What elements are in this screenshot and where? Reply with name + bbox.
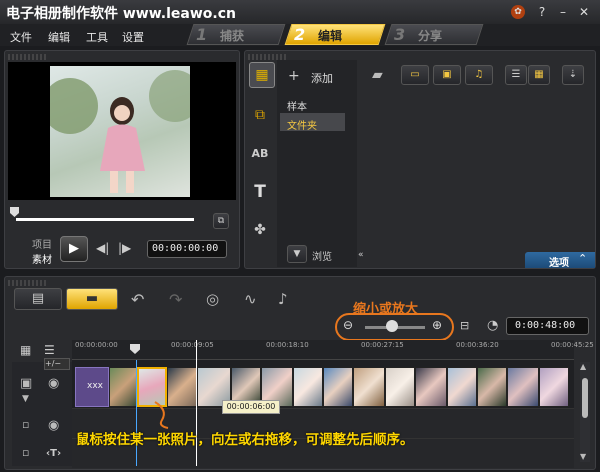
text-icon[interactable]: T	[249, 181, 271, 203]
storyboard-view-button[interactable]: ▤	[14, 288, 62, 310]
track-expand-icon[interactable]: ▼	[22, 394, 29, 404]
mode-clip[interactable]: 素材	[32, 251, 52, 266]
tab-edit-label: 编辑	[318, 29, 343, 43]
auto-music-icon[interactable]: ♪	[278, 290, 288, 308]
menu-settings[interactable]: 设置	[122, 29, 144, 45]
browse-button[interactable]: 浏览	[312, 248, 332, 263]
timeline-clip[interactable]	[293, 367, 323, 407]
drag-time-tooltip: 00:00:06:00	[222, 400, 280, 414]
tab-capture-number: 1	[196, 25, 208, 44]
folder-item-folder[interactable]: 文件夹	[287, 117, 317, 132]
menu-file[interactable]: 文件	[10, 29, 32, 45]
folder-list	[277, 60, 357, 267]
scroll-up-icon[interactable]: ▲	[580, 362, 586, 371]
zoom-out-icon[interactable]: ⊖	[343, 318, 353, 332]
timeline-clip[interactable]	[415, 367, 447, 407]
minimize-icon[interactable]: –	[555, 4, 571, 20]
resize-preview-icon[interactable]: ⧉	[213, 213, 229, 229]
panel-grip	[8, 54, 48, 60]
tab-share-number: 3	[394, 25, 406, 44]
ruler-tick-label: 00:00:27:15	[361, 341, 404, 349]
app-title: 电子相册制作软件 www.leawo.cn	[6, 6, 236, 22]
timeline-scrollbar-thumb[interactable]	[582, 378, 588, 418]
timeline-clip[interactable]	[477, 367, 507, 407]
title-track-icon: ▫	[22, 446, 30, 459]
filter-photo-button[interactable]: ▣	[433, 65, 461, 85]
media-library-icon[interactable]: ▦	[249, 62, 275, 88]
sort-icon[interactable]: ⇣	[562, 65, 584, 85]
tab-capture-label: 捕获	[220, 29, 245, 43]
undo-icon[interactable]: ↶	[131, 290, 144, 309]
open-folder-icon[interactable]: ▰	[372, 67, 383, 83]
logo-icon[interactable]: ✿	[511, 5, 525, 19]
redo-icon[interactable]: ↷	[169, 290, 182, 309]
zoom-in-icon[interactable]: ⊕	[432, 318, 442, 332]
browse-icon[interactable]: ▼	[287, 245, 307, 263]
overlay-track-icon: ▫	[22, 418, 30, 431]
timecode-display[interactable]: 00:00:00:00	[147, 240, 227, 258]
sound-mixer-icon[interactable]: ∿	[244, 290, 257, 308]
close-icon[interactable]: ✕	[576, 4, 592, 20]
next-frame-icon[interactable]: |▶	[118, 241, 131, 255]
ruler-tick-label: 00:00:36:20	[456, 341, 499, 349]
track-options-button[interactable]: +/−	[44, 358, 70, 370]
menu-tools[interactable]: 工具	[86, 29, 108, 45]
timeline-clip[interactable]	[507, 367, 539, 407]
play-button[interactable]: ▶	[60, 236, 88, 262]
record-capture-icon[interactable]: ◎	[206, 290, 219, 308]
add-folder-button[interactable]: 添加	[311, 70, 333, 86]
scroll-down-icon[interactable]: ▼	[580, 452, 586, 461]
overlay-track-toggle-icon[interactable]: ◉	[48, 418, 59, 433]
ruler-tick-label: 00:00:45:25	[551, 341, 594, 349]
mode-project[interactable]: 项目	[32, 236, 52, 251]
tab-edit-number: 2	[294, 25, 306, 44]
ruler-tick-label: 00:00:00:00	[75, 341, 118, 349]
timeline-view-button[interactable]: ▬	[66, 288, 118, 310]
expand-icon[interactable]: ⌃	[578, 252, 587, 265]
prev-frame-icon[interactable]: ◀|	[96, 241, 109, 255]
folder-item-sample[interactable]: 样本	[287, 98, 307, 113]
add-icon[interactable]: +	[288, 68, 300, 84]
options-label: 选项	[549, 258, 569, 269]
effects-icon[interactable]: ✤	[249, 219, 271, 241]
video-track-icon: ▣	[20, 376, 33, 391]
preview-photo-image	[42, 70, 201, 193]
tab-share-label: 分享	[418, 29, 443, 43]
filter-video-button[interactable]: ▭	[401, 65, 429, 85]
timeline-clip[interactable]	[385, 367, 415, 407]
title-track-toggle-icon[interactable]: ‹T›	[46, 448, 61, 459]
chapter-icon[interactable]: ☰	[44, 343, 55, 357]
fit-project-icon[interactable]: ⊟	[460, 319, 469, 332]
collapse-icon[interactable]: «	[358, 250, 364, 260]
drag-hint-annotation: 鼠标按住某一张照片，向左或右拖移，可调整先后顺序。	[76, 432, 414, 448]
ruler-tick-label: 00:00:09:05	[171, 341, 214, 349]
video-track-toggle-icon[interactable]: ◉	[48, 376, 59, 391]
zoom-slider-handle[interactable]	[386, 320, 398, 332]
menu-edit[interactable]: 编辑	[48, 29, 70, 45]
timeline-clip[interactable]	[323, 367, 353, 407]
timeline-clip[interactable]	[539, 367, 569, 407]
scrubber-track[interactable]	[16, 218, 194, 221]
title-icon[interactable]: AB	[249, 143, 271, 165]
timeline-clip[interactable]	[447, 367, 477, 407]
help-icon[interactable]: ?	[534, 4, 550, 20]
filter-audio-button[interactable]: ♫	[465, 65, 493, 85]
ruler-tick-label: 00:00:18:10	[266, 341, 309, 349]
timeline-clip[interactable]	[353, 367, 385, 407]
drag-arrow	[154, 401, 169, 429]
list-view-icon[interactable]: ☰	[505, 65, 527, 85]
grid-view-icon[interactable]: ▦	[528, 65, 550, 85]
preview-photo	[42, 66, 201, 197]
project-duration: 0:00:48:00	[506, 317, 589, 335]
duration-icon: ◔	[487, 318, 499, 333]
drag-position-line	[136, 360, 137, 466]
track-manager-icon[interactable]: ▦	[20, 343, 31, 357]
transition-icon[interactable]: ⧉	[249, 104, 271, 126]
timeline-clip[interactable]	[109, 367, 137, 407]
timeline-grip	[8, 280, 48, 286]
clip-label: xxx	[87, 381, 103, 391]
